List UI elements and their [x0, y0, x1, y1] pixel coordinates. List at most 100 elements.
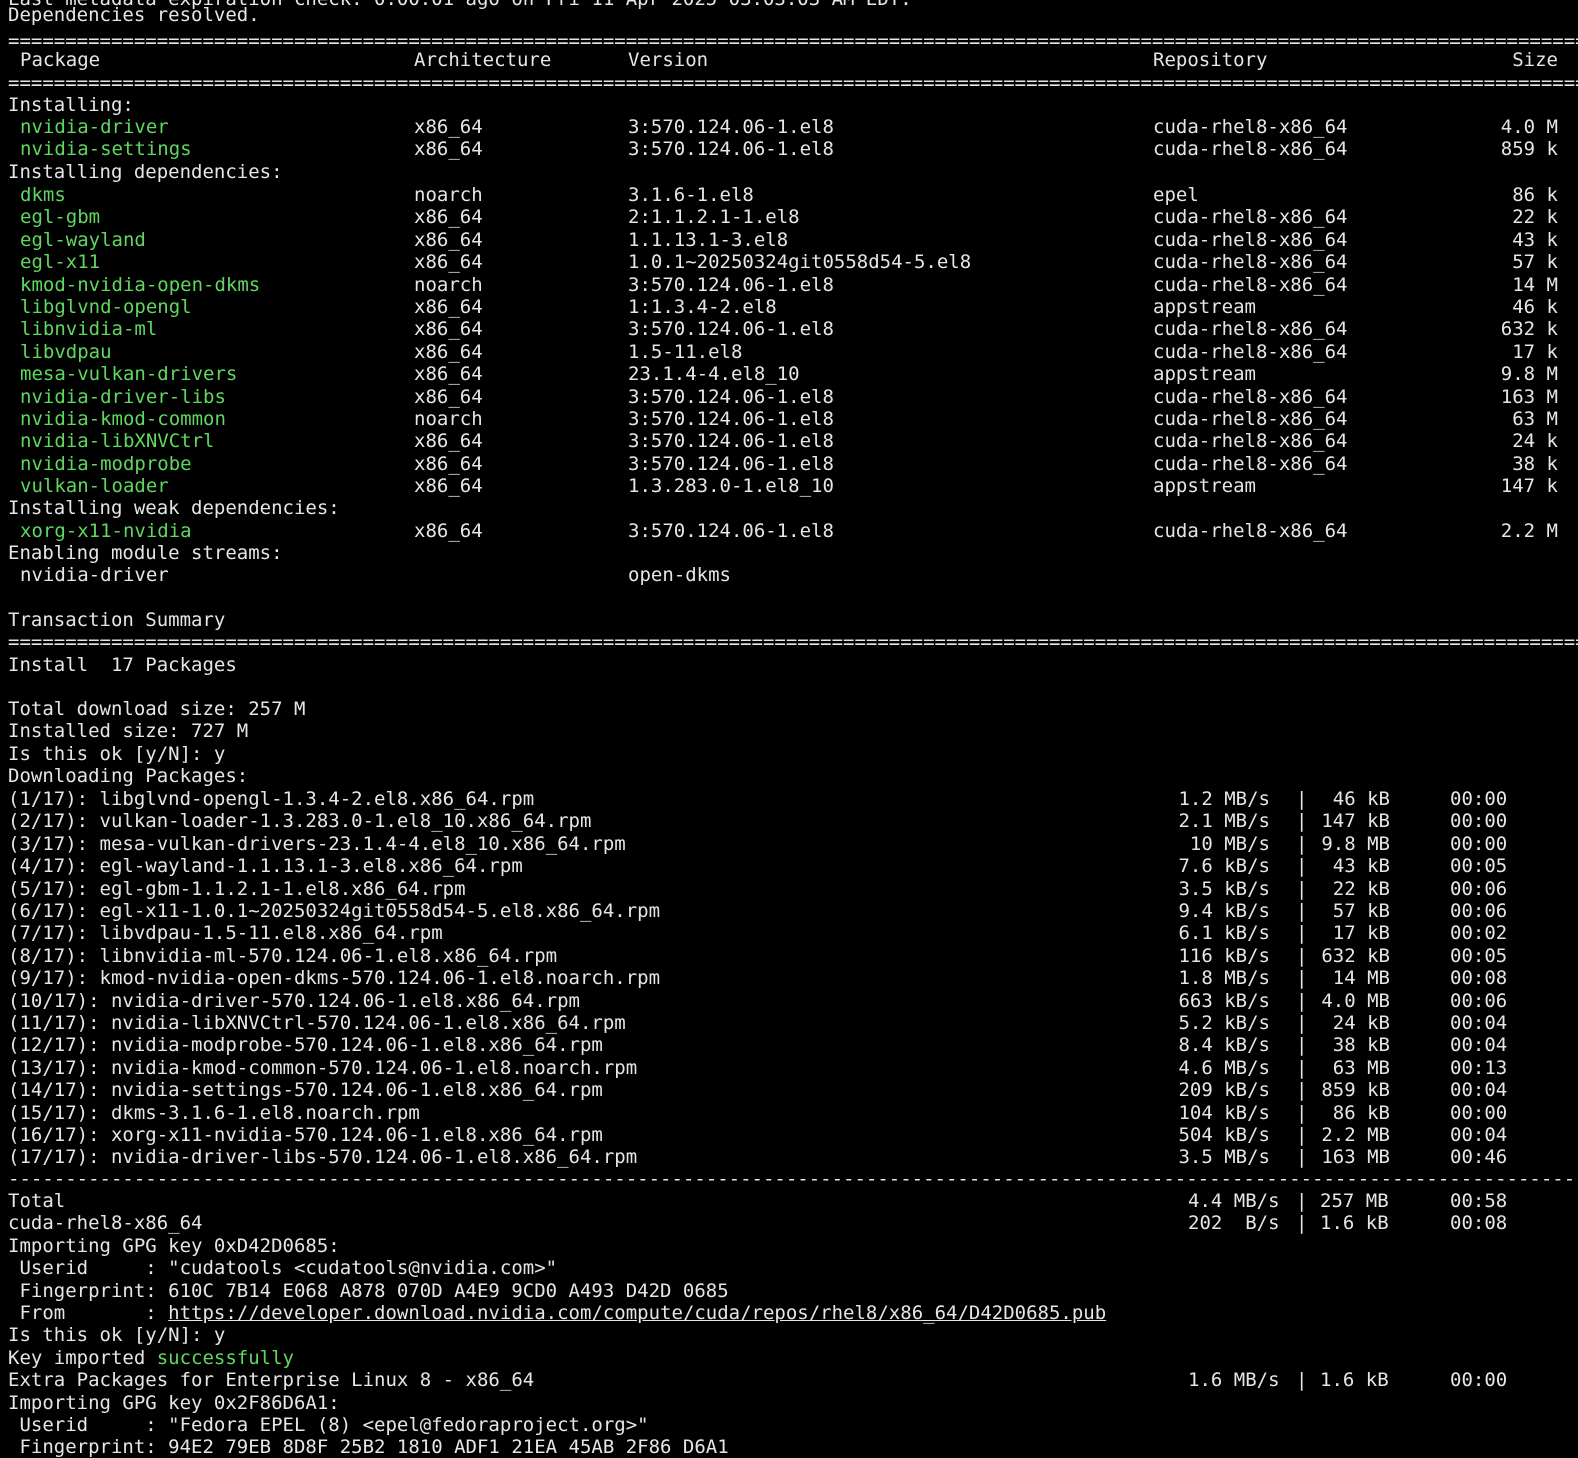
package-version: 3.1.6-1.el8: [628, 184, 754, 206]
terminal-window[interactable]: Last metadata expiration check: 0:00:01 …: [0, 0, 1578, 1458]
package-name: nvidia-kmod-common: [20, 408, 226, 430]
package-size: 14 M: [1512, 273, 1558, 296]
confirm-prompt: Is this ok [y/N]: y: [8, 743, 226, 765]
package-size: 2.2 M: [1500, 520, 1558, 542]
epel-repo-label: Extra Packages for Enterprise Linux 8 - …: [8, 1369, 535, 1391]
download-time: 00:04: [1450, 1034, 1508, 1057]
header-size: Size: [1512, 49, 1558, 71]
download-size: 163 MB: [1321, 1146, 1390, 1169]
download-file: (14/17): nvidia-settings-570.124.06-1.el…: [8, 1079, 603, 1102]
download-time: 00:02: [1450, 922, 1508, 945]
package-arch: x86_64: [414, 475, 483, 498]
package-name: egl-gbm: [20, 206, 101, 229]
package-repository: cuda-rhel8-x86_64: [1153, 430, 1348, 453]
package-name: libnvidia-ml: [20, 318, 158, 341]
cuda-size: 1.6 kB: [1320, 1212, 1389, 1234]
pipe-separator: |: [1296, 1056, 1308, 1079]
key-imported-prefix: Key imported: [8, 1347, 157, 1369]
package-name: egl-x11: [20, 251, 101, 274]
pipe-separator: |: [1296, 810, 1308, 833]
download-file: (16/17): xorg-x11-nvidia-570.124.06-1.el…: [8, 1124, 603, 1146]
download-rate: 10 MB/s: [1189, 832, 1270, 855]
package-version: 1:1.3.4-2.el8: [628, 296, 777, 318]
pipe-separator: |: [1296, 1079, 1308, 1102]
package-repository: appstream: [1153, 475, 1256, 498]
package-version: 23.1.4-4.el8_10: [628, 363, 800, 386]
package-version: 3:570.124.06-1.el8: [628, 385, 834, 408]
package-arch: noarch: [414, 408, 483, 430]
download-rate: 116 kB/s: [1178, 944, 1270, 967]
download-rate: 4.6 MB/s: [1178, 1056, 1270, 1079]
pipe-separator: |: [1296, 1101, 1308, 1124]
download-file: (13/17): nvidia-kmod-common-570.124.06-1…: [8, 1056, 638, 1079]
gpg-fingerprint: Fingerprint: 610C 7B14 E068 A878 070D A4…: [8, 1280, 729, 1302]
download-size: 57 kB: [1332, 900, 1390, 922]
download-file: (12/17): nvidia-modprobe-570.124.06-1.el…: [8, 1034, 603, 1057]
download-size: 4.0 MB: [1321, 989, 1390, 1012]
package-version: 3:570.124.06-1.el8: [628, 273, 834, 296]
download-time: 00:00: [1450, 810, 1508, 833]
package-arch: x86_64: [414, 363, 483, 386]
epel-size: 1.6 kB: [1320, 1369, 1389, 1391]
download-size: 24 kB: [1332, 1012, 1390, 1034]
pipe-separator: |: [1296, 1012, 1308, 1034]
package-size: 163 M: [1500, 385, 1558, 408]
package-size: 147 k: [1500, 475, 1558, 498]
download-time: 00:00: [1450, 1101, 1508, 1124]
download-rate: 3.5 kB/s: [1178, 877, 1270, 900]
key-imported-success: successfully: [156, 1347, 294, 1369]
package-name: egl-wayland: [20, 228, 146, 251]
download-size: 46 kB: [1332, 788, 1390, 810]
package-repository: cuda-rhel8-x86_64: [1153, 408, 1348, 430]
download-time: 00:46: [1450, 1146, 1508, 1169]
download-rate: 504 kB/s: [1178, 1124, 1270, 1146]
package-arch: x86_64: [414, 296, 483, 318]
package-size: 86 k: [1512, 184, 1558, 206]
download-size: 43 kB: [1332, 855, 1390, 878]
package-arch: x86_64: [414, 251, 483, 274]
package-name: libglvnd-opengl: [20, 296, 192, 318]
download-time: 00:00: [1450, 788, 1508, 810]
download-size: 14 MB: [1332, 967, 1390, 990]
gpg-key-url-link[interactable]: https://developer.download.nvidia.com/co…: [168, 1302, 1106, 1324]
download-time: 00:06: [1450, 989, 1508, 1012]
package-version: 3:570.124.06-1.el8: [628, 116, 834, 138]
pipe-separator: |: [1296, 1124, 1308, 1146]
package-name: nvidia-settings: [20, 138, 192, 161]
header-architecture: Architecture: [414, 49, 552, 71]
package-name: kmod-nvidia-open-dkms: [20, 273, 261, 296]
download-rate: 209 kB/s: [1178, 1079, 1270, 1102]
download-time: 00:06: [1450, 877, 1508, 900]
download-size: 9.8 MB: [1321, 832, 1390, 855]
package-version: 3:570.124.06-1.el8: [628, 452, 834, 475]
package-repository: cuda-rhel8-x86_64: [1153, 452, 1348, 475]
package-repository: cuda-rhel8-x86_64: [1153, 520, 1348, 542]
download-time: 00:04: [1450, 1124, 1508, 1146]
download-rate: 663 kB/s: [1178, 989, 1270, 1012]
package-version: 1.1.13.1-3.el8: [628, 228, 789, 251]
package-name: mesa-vulkan-drivers: [20, 363, 238, 386]
package-arch: x86_64: [414, 318, 483, 341]
download-file: (1/17): libglvnd-opengl-1.3.4-2.el8.x86_…: [8, 788, 535, 810]
pipe-separator: |: [1296, 1369, 1308, 1391]
section-installing: Installing:: [8, 94, 134, 116]
package-size: 859 k: [1500, 138, 1558, 161]
download-file: (17/17): nvidia-driver-libs-570.124.06-1…: [8, 1146, 638, 1169]
package-repository: epel: [1153, 184, 1199, 206]
install-count: Install 17 Packages: [8, 654, 237, 676]
download-rate: 5.2 kB/s: [1178, 1012, 1270, 1034]
download-rate: 1.8 MB/s: [1178, 967, 1270, 990]
package-arch: x86_64: [414, 430, 483, 453]
gpg2-userid: Userid : "Fedora EPEL (8) <epel@fedorapr…: [8, 1414, 649, 1436]
download-file: (9/17): kmod-nvidia-open-dkms-570.124.06…: [8, 967, 661, 990]
package-name: nvidia-libXNVCtrl: [20, 430, 215, 453]
rule-dashed: ----------------------------------------…: [8, 1168, 1578, 1190]
download-time: 00:13: [1450, 1056, 1508, 1079]
package-size: 9.8 M: [1500, 363, 1558, 386]
pipe-separator: |: [1296, 788, 1308, 810]
download-file: (4/17): egl-wayland-1.1.13.1-3.el8.x86_6…: [8, 855, 523, 878]
download-file: (10/17): nvidia-driver-570.124.06-1.el8.…: [8, 989, 580, 1012]
pipe-separator: |: [1296, 922, 1308, 945]
download-rate: 3.5 MB/s: [1178, 1146, 1270, 1169]
package-name: nvidia-driver-libs: [20, 385, 226, 408]
